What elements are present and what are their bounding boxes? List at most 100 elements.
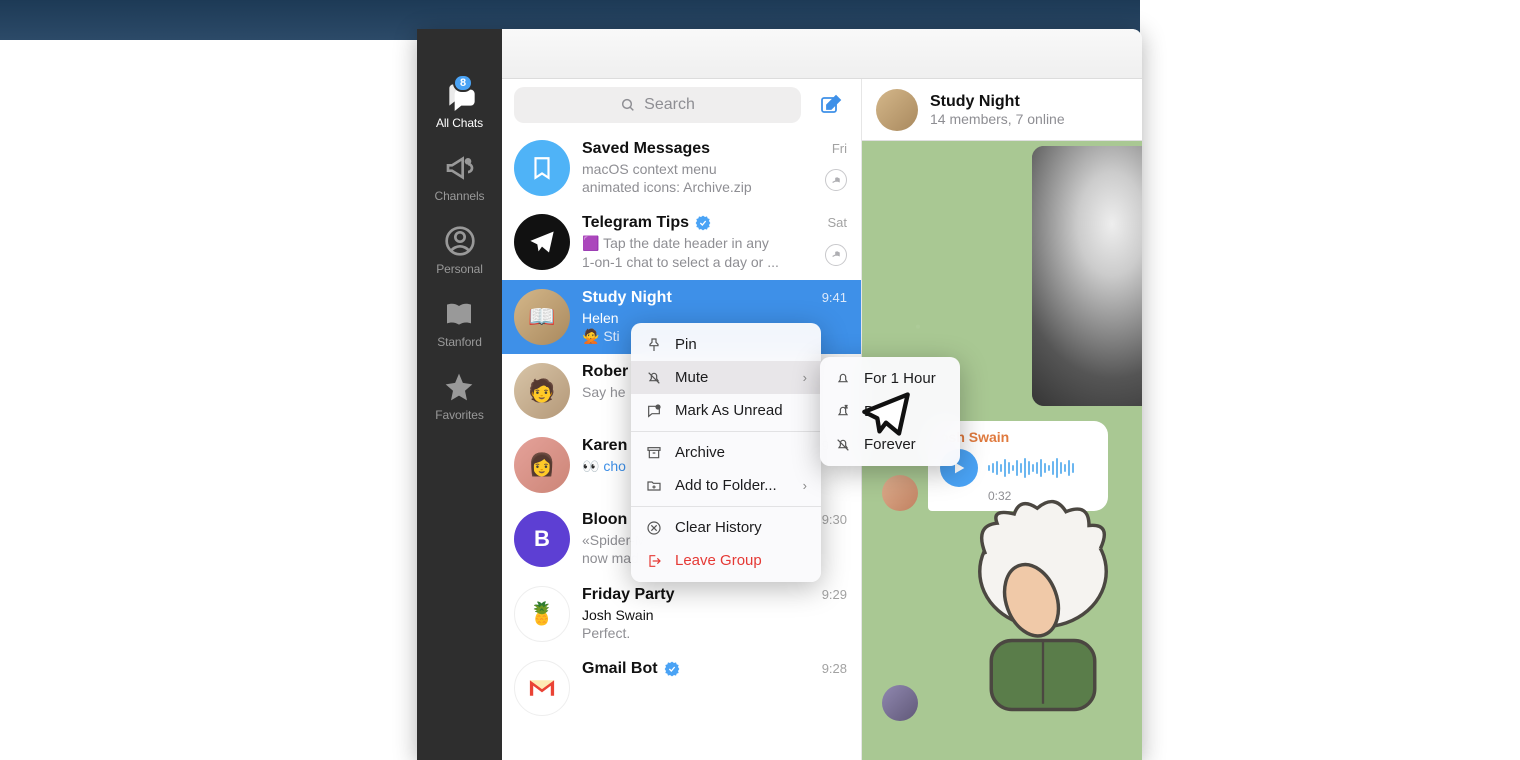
megaphone-icon <box>444 152 476 184</box>
context-menu-add-folder[interactable]: Add to Folder... › <box>631 469 821 502</box>
context-menu-label: Leave Group <box>675 552 762 569</box>
right-whitespace <box>1140 0 1520 760</box>
leave-icon <box>645 553 663 569</box>
bell-icon <box>834 371 852 387</box>
avatar-telegram <box>514 214 570 270</box>
cursor-pointer-overlay <box>860 388 912 445</box>
avatar-friday-party: 🍍 <box>514 586 570 642</box>
context-menu: Pin Mute › Mark As Unread Archive Add to… <box>631 323 821 582</box>
bell-off-icon <box>834 437 852 453</box>
photo-message[interactable] <box>1032 146 1142 406</box>
person-icon <box>444 225 476 257</box>
conversation-subtitle: 14 members, 7 online <box>930 111 1065 127</box>
context-menu-label: Mute <box>675 369 708 386</box>
avatar-robert: 🧑 <box>514 363 570 419</box>
chat-preview: 🟪 Tap the date header in any1-on-1 chat … <box>582 234 849 270</box>
avatar-bloomberg: B <box>514 511 570 567</box>
avatar-saved <box>514 140 570 196</box>
chat-item-gmail-bot[interactable]: Gmail Bot 9:28 <box>502 651 861 725</box>
bell-off-icon <box>645 370 663 386</box>
chat-time: 9:30 <box>822 512 847 527</box>
chat-time: 9:29 <box>822 587 847 602</box>
window-titlebar <box>417 29 1142 79</box>
sidebar-label: All Chats <box>436 116 483 130</box>
star-icon <box>443 371 475 403</box>
context-menu-mark-unread[interactable]: Mark As Unread <box>631 394 821 427</box>
sidebar-label: Stanford <box>437 335 482 349</box>
context-menu-label: Mark As Unread <box>675 402 783 419</box>
folder-sidebar: 8 All Chats Channels Personal Stanford F… <box>417 29 502 760</box>
sticker-sender-avatar[interactable] <box>882 685 918 721</box>
context-menu-mute[interactable]: Mute › <box>631 361 821 394</box>
verified-icon <box>664 661 680 677</box>
context-menu-label: Pin <box>675 336 697 353</box>
verified-icon <box>695 215 711 231</box>
chat-title: Saved Messages <box>582 140 710 158</box>
compose-icon <box>819 93 843 117</box>
conversation-title: Study Night <box>930 93 1065 111</box>
context-menu-label: Clear History <box>675 519 762 536</box>
bookmark-icon <box>529 155 555 181</box>
chat-title: Gmail Bot <box>582 660 658 678</box>
chat-time: 9:41 <box>822 290 847 305</box>
pin-icon <box>825 244 847 266</box>
sidebar-item-channels[interactable]: Channels <box>435 152 485 203</box>
search-placeholder: Search <box>644 96 695 114</box>
search-icon <box>620 97 636 113</box>
einstein-facepalm-sticker[interactable] <box>928 491 1142 721</box>
chat-time: Sat <box>827 215 847 230</box>
voice-sender-name: osh Swain <box>940 429 1096 445</box>
chat-title: Study Night <box>582 289 672 307</box>
search-row: Search <box>502 79 861 131</box>
voice-waveform <box>988 456 1074 480</box>
conversation-header[interactable]: Study Night 14 members, 7 online <box>862 79 1142 141</box>
folder-add-icon <box>645 478 663 494</box>
chevron-right-icon: › <box>803 370 807 385</box>
chat-time: Fri <box>832 141 847 156</box>
context-menu-leave-group[interactable]: Leave Group <box>631 544 821 577</box>
chevron-right-icon: › <box>803 478 807 493</box>
search-input[interactable]: Search <box>514 87 801 123</box>
chat-title: Karen <box>582 437 627 455</box>
menu-separator <box>631 506 821 507</box>
chat-title: Rober <box>582 363 628 381</box>
gmail-icon <box>527 677 557 699</box>
book-icon <box>443 298 475 330</box>
clear-icon <box>645 520 663 536</box>
pin-icon <box>645 337 663 353</box>
unread-badge: 8 <box>453 74 473 92</box>
sidebar-label: Favorites <box>435 408 483 422</box>
chat-item-saved-messages[interactable]: Saved Messages macOS context menuanimate… <box>502 131 861 205</box>
chat-title: Bloon <box>582 511 627 529</box>
sidebar-item-favorites[interactable]: Favorites <box>435 371 483 422</box>
telegram-icon <box>528 228 556 256</box>
sidebar-label: Personal <box>436 262 483 276</box>
avatar-karen: 👩 <box>514 437 570 493</box>
avatar-study-night: 📖 <box>514 289 570 345</box>
chat-preview: Josh SwainPerfect. <box>582 606 849 642</box>
context-menu-clear-history[interactable]: Clear History <box>631 511 821 544</box>
chat-unread-icon <box>645 403 663 419</box>
chat-item-friday-party[interactable]: 🍍 Friday Party Josh SwainPerfect. 9:29 <box>502 577 861 651</box>
svg-text:z: z <box>845 404 848 409</box>
bell-snooze-icon: z <box>834 404 852 420</box>
context-menu-pin[interactable]: Pin <box>631 328 821 361</box>
context-menu-label: Add to Folder... <box>675 477 777 494</box>
sidebar-item-all-chats[interactable]: 8 All Chats <box>436 79 483 130</box>
sidebar-label: Channels <box>435 189 485 203</box>
menu-separator <box>631 431 821 432</box>
sticker-message <box>882 491 1142 721</box>
chat-preview: macOS context menuanimated icons: Archiv… <box>582 160 849 196</box>
chat-item-telegram-tips[interactable]: Telegram Tips 🟪 Tap the date header in a… <box>502 205 861 279</box>
avatar-gmail <box>514 660 570 716</box>
archive-icon <box>645 445 663 461</box>
chat-title: Telegram Tips <box>582 214 689 232</box>
sidebar-item-personal[interactable]: Personal <box>436 225 483 276</box>
chat-title: Friday Party <box>582 586 674 604</box>
conversation-avatar <box>876 89 918 131</box>
sidebar-item-stanford[interactable]: Stanford <box>437 298 482 349</box>
chat-time: 9:28 <box>822 661 847 676</box>
context-menu-archive[interactable]: Archive <box>631 436 821 469</box>
submenu-label: For 1 Hour <box>864 370 936 387</box>
compose-button[interactable] <box>813 87 849 123</box>
